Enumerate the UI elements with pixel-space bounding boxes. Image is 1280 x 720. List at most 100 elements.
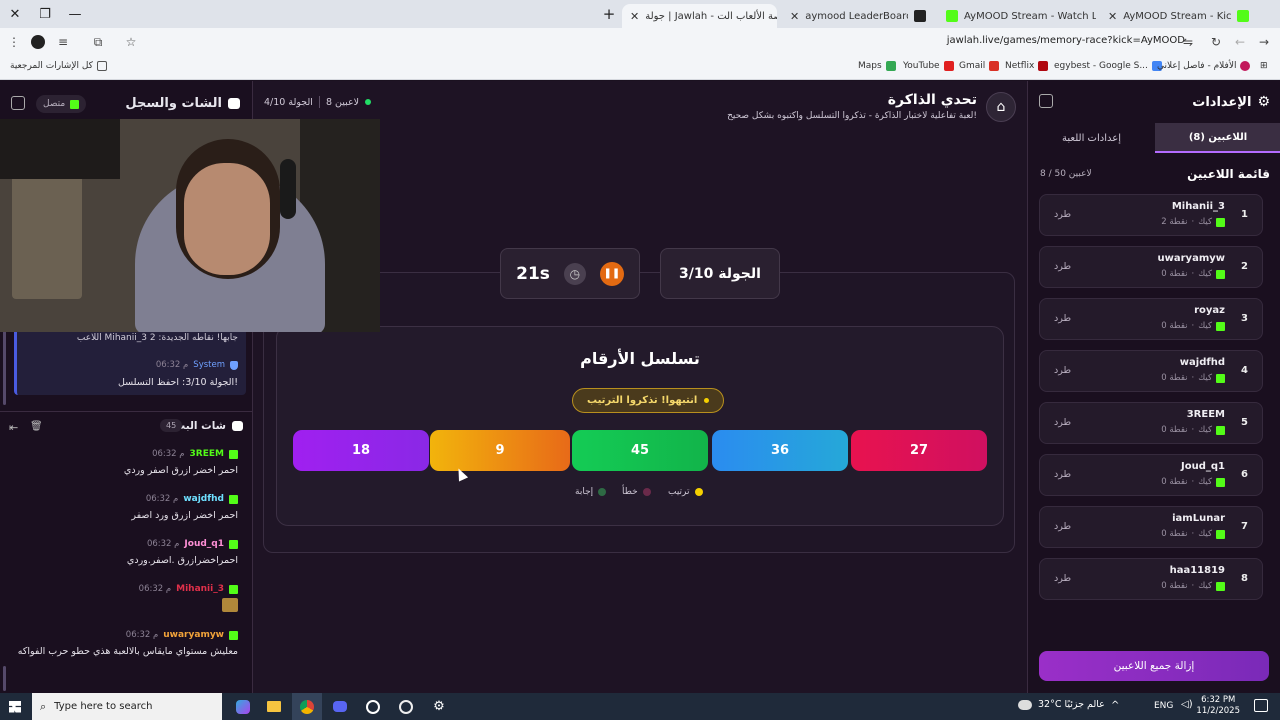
notifications-icon[interactable] bbox=[1254, 699, 1268, 712]
all-bookmarks-button[interactable]: كل الإشارات المرجعية bbox=[10, 61, 107, 71]
close-tab-icon[interactable]: ✕ bbox=[1108, 10, 1117, 23]
kick-player-button[interactable]: طرد bbox=[1054, 209, 1071, 220]
copilot-icon[interactable] bbox=[228, 693, 258, 720]
log-time: 06:32 م bbox=[155, 360, 189, 370]
trash-icon[interactable]: 🗑 bbox=[30, 421, 43, 432]
weather-widget[interactable]: 32°C عالم جزئيًا bbox=[1018, 699, 1105, 710]
clock[interactable]: 6:32 PM 11/2/2025 bbox=[1196, 695, 1240, 717]
tray-chevron-icon[interactable]: ^ bbox=[1111, 700, 1119, 711]
close-window-icon[interactable]: ✕ bbox=[0, 0, 30, 28]
number-tile-9[interactable]: 9 bbox=[430, 430, 570, 471]
player-platform: كيك bbox=[1198, 477, 1212, 487]
bookmark-movies[interactable]: الأفلام - فاصل إعلاني bbox=[1157, 61, 1251, 71]
player-meta: 2 نقطة · كيك bbox=[1161, 217, 1225, 227]
bookmark-maps[interactable]: Maps bbox=[858, 61, 896, 71]
bookmark-gmail[interactable]: Gmail bbox=[959, 61, 1000, 71]
extensions-icon[interactable]: ⧉ bbox=[90, 34, 106, 50]
player-points: 0 نقطة bbox=[1161, 269, 1188, 279]
chat-message: 06:32 م Joud_q1 احمراخضرازرق .اصفر.وردي bbox=[12, 539, 238, 568]
tab-game-settings[interactable]: إعدادات اللعبة bbox=[1028, 123, 1155, 153]
bookmark-label: Maps bbox=[858, 61, 882, 71]
kick-player-button[interactable]: طرد bbox=[1054, 469, 1071, 480]
tab-label: AyMOOD Stream - Watch Live bbox=[964, 10, 1096, 22]
volume-icon[interactable]: ◁) bbox=[1181, 699, 1193, 710]
chat-message: 06:32 م wajdfhd احمر اخضر ازرق ورد اصفر bbox=[12, 494, 238, 523]
kick-player-button[interactable]: طرد bbox=[1054, 521, 1071, 532]
kick-player-button[interactable]: طرد bbox=[1054, 313, 1071, 324]
stream-chat-header: شات البث bbox=[175, 420, 243, 432]
new-tab-button[interactable]: + bbox=[594, 0, 624, 28]
discord-icon[interactable] bbox=[325, 693, 355, 720]
chat-scrollbar[interactable] bbox=[3, 666, 6, 691]
menu-dots-icon[interactable]: ⋮ bbox=[6, 34, 22, 50]
reload-icon[interactable]: ↻ bbox=[1208, 34, 1224, 50]
url-field[interactable]: jawlah.live/games/memory-race?kick=AyMOO… bbox=[947, 35, 1185, 46]
app-icon[interactable] bbox=[391, 693, 421, 720]
player-row: 3 royaz 0 نقطة · كيك طرد bbox=[1039, 298, 1263, 340]
pause-button[interactable]: ❚❚ bbox=[599, 261, 624, 286]
message-text: احمر اخضر ازرق ورد اصفر bbox=[131, 510, 238, 521]
forward-icon[interactable]: ← bbox=[1232, 34, 1248, 50]
maximize-window-icon[interactable]: ❐ bbox=[30, 0, 60, 28]
shield-icon bbox=[230, 360, 238, 370]
legend-order: ترتيب bbox=[668, 487, 703, 497]
chat-panel: الشات والسجل متصل اللاعب Mihanii_3 جابها… bbox=[0, 81, 380, 693]
message-user[interactable]: wajdfhd bbox=[183, 494, 224, 504]
kick-player-button[interactable]: طرد bbox=[1054, 573, 1071, 584]
timer-value: 21s bbox=[516, 263, 550, 284]
message-user[interactable]: uwaryamyw bbox=[163, 630, 224, 640]
number-tile-18[interactable]: 18 bbox=[293, 430, 429, 471]
tab-players[interactable]: اللاعبين (8) bbox=[1155, 123, 1280, 153]
close-tab-icon[interactable]: ✕ bbox=[790, 10, 799, 23]
obs-icon[interactable] bbox=[358, 693, 388, 720]
chrome-icon[interactable] bbox=[292, 693, 322, 720]
player-rank: 8 bbox=[1241, 573, 1248, 584]
player-meta: 0 نقطة · كيك bbox=[1161, 373, 1225, 383]
bookmark-egybest[interactable]: egybest - Google S... bbox=[1054, 61, 1162, 71]
round-box: الجولة 3/10 bbox=[660, 248, 780, 299]
browser-tab-strip: ✕ ❐ — + ✕ جولة | Jawlah - منصة الألعاب ا… bbox=[0, 0, 1280, 28]
tab-jawlah[interactable]: ✕ جولة | Jawlah - منصة الألعاب الت bbox=[622, 4, 777, 28]
kick-player-button[interactable]: طرد bbox=[1054, 417, 1071, 428]
scroll-to-bottom-icon[interactable]: ⇤ bbox=[9, 421, 18, 434]
collapse-panel-icon[interactable] bbox=[11, 96, 25, 110]
site-settings-icon[interactable]: ⇋ bbox=[1180, 34, 1196, 50]
remove-all-players-button[interactable]: إزالة جميع اللاعبين bbox=[1039, 651, 1269, 681]
tab-kick-stream[interactable]: AyMOOD Stream - Watch Live bbox=[938, 4, 1096, 28]
bookmark-label: الأفلام - فاصل إعلاني bbox=[1157, 61, 1237, 71]
file-explorer-icon[interactable] bbox=[259, 693, 289, 720]
number-tile-27[interactable]: 27 bbox=[851, 430, 987, 471]
message-user[interactable]: Joud_q1 bbox=[184, 539, 224, 549]
webcam-overlay bbox=[0, 119, 380, 332]
number-tile-45[interactable]: 45 bbox=[572, 430, 708, 471]
minimize-window-icon[interactable]: — bbox=[60, 0, 90, 28]
windows-start-icon[interactable] bbox=[0, 693, 30, 720]
number-tile-36[interactable]: 36 bbox=[712, 430, 848, 471]
profile-avatar[interactable] bbox=[30, 34, 46, 50]
message-user[interactable]: 3REEM bbox=[190, 449, 224, 459]
media-controls-icon[interactable]: ≡ bbox=[55, 34, 71, 50]
settings-gear-icon[interactable]: ⚙ bbox=[424, 693, 454, 720]
kick-icon bbox=[1216, 425, 1225, 435]
tab-leaderboard[interactable]: ✕ aymood LeaderBoard | The be bbox=[782, 4, 934, 28]
player-meta: 0 نقطة · كيك bbox=[1161, 477, 1225, 487]
bookmark-star-icon[interactable]: ☆ bbox=[123, 34, 139, 50]
clock-icon: ◷ bbox=[563, 262, 586, 285]
taskbar-search[interactable]: ⌕ Type here to search bbox=[32, 693, 222, 720]
back-icon[interactable]: → bbox=[1256, 34, 1272, 50]
kick-player-button[interactable]: طرد bbox=[1054, 261, 1071, 272]
home-button[interactable]: ⌂ bbox=[986, 92, 1016, 122]
language-indicator[interactable]: ENG bbox=[1154, 701, 1173, 711]
kick-player-button[interactable]: طرد bbox=[1054, 365, 1071, 376]
bookmark-netflix[interactable]: Netflix bbox=[1005, 61, 1049, 71]
tab-kick-dashboard[interactable]: ✕ AyMOOD Stream - Kick Dashb bbox=[1100, 4, 1258, 28]
collapse-panel-icon[interactable] bbox=[1039, 94, 1053, 108]
chat-message: 06:32 م uwaryamyw معليش مستواي مايقاس بال… bbox=[12, 630, 238, 659]
message-user[interactable]: Mihanii_3 bbox=[176, 584, 224, 594]
apps-grid-icon[interactable]: ⊞ bbox=[1260, 61, 1268, 71]
player-row: 4 wajdfhd 0 نقطة · كيك طرد bbox=[1039, 350, 1263, 392]
bookmark-youtube[interactable]: YouTube bbox=[903, 61, 954, 71]
close-tab-icon[interactable]: ✕ bbox=[630, 10, 639, 23]
log-scrollbar[interactable] bbox=[3, 331, 6, 405]
maps-icon bbox=[885, 61, 896, 71]
